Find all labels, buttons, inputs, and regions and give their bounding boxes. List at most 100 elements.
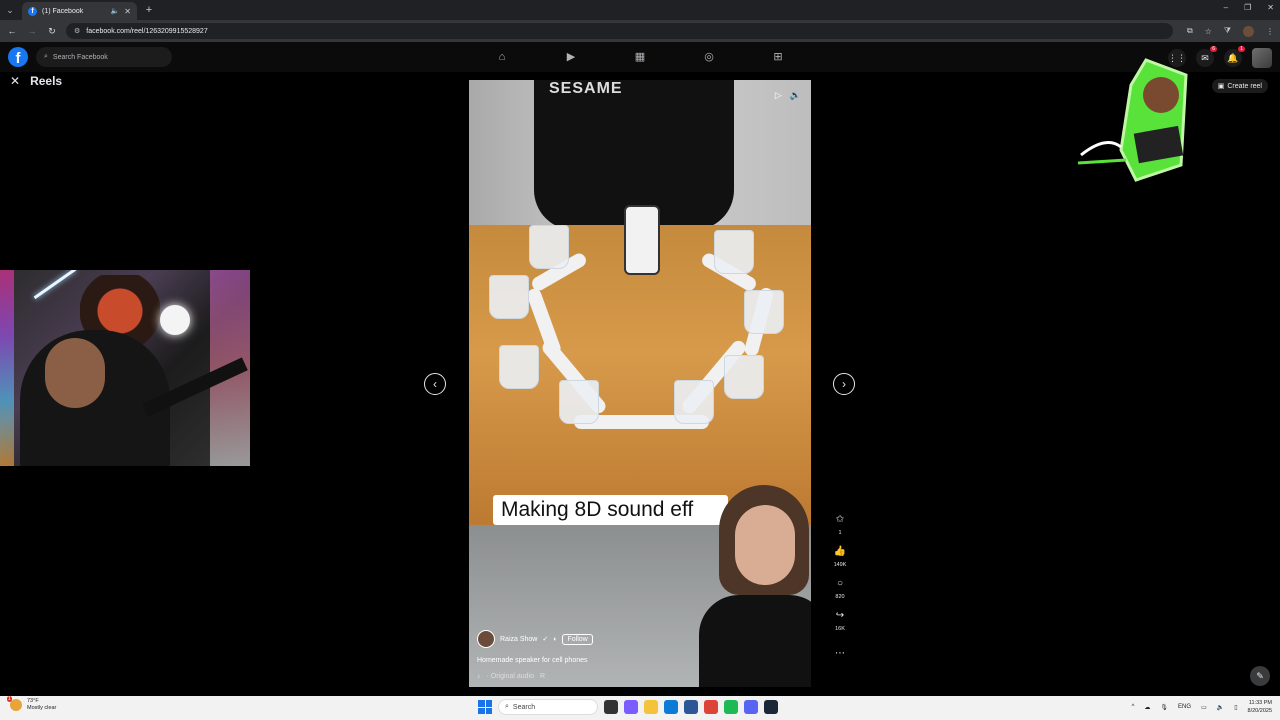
marketplace-icon[interactable]: ▦: [633, 50, 647, 64]
tray-overflow-icon[interactable]: ^: [1132, 704, 1135, 710]
browser-menu-icon[interactable]: ⋮: [1266, 27, 1274, 36]
bell-icon[interactable]: 🔔 1: [1224, 46, 1245, 67]
audio-icon: ♪: [477, 673, 481, 680]
create-reel-button[interactable]: ▣ Create reel: [1211, 79, 1268, 93]
remix-count: 1: [838, 530, 842, 536]
streamer-logo-overlay: [1077, 58, 1188, 182]
address-text: facebook.com/reel/1263209915528927: [86, 27, 208, 35]
app-icon[interactable]: [724, 700, 738, 714]
onedrive-icon[interactable]: ☁: [1144, 704, 1150, 711]
speaker-icon[interactable]: 🔈: [1217, 704, 1224, 711]
back-icon[interactable]: ←: [6, 26, 18, 36]
tab-title: (1) Facebook: [42, 7, 84, 15]
discord-icon[interactable]: [744, 700, 758, 714]
reload-icon[interactable]: ↻: [46, 26, 58, 37]
facebook-search[interactable]: ⌕ Search Facebook: [36, 47, 172, 67]
file-explorer-icon[interactable]: [644, 700, 658, 714]
tab-audio-icon[interactable]: 🔈: [111, 7, 120, 15]
clock-date: 8/20/2025: [1247, 708, 1272, 714]
chevron-right-icon[interactable]: ›: [833, 373, 855, 395]
weather-widget[interactable]: 1 73°F Mostly clear: [7, 696, 56, 712]
facebook-favicon-icon: f: [28, 6, 37, 16]
bookmark-star-icon[interactable]: ☆: [1205, 27, 1212, 36]
notifications-badge: 1: [1238, 46, 1245, 52]
taskbar-apps: ⌕ Search: [478, 699, 778, 715]
address-bar[interactable]: ⚙ facebook.com/reel/1263209915528927: [66, 23, 1173, 39]
install-icon[interactable]: ⧉: [1187, 26, 1193, 36]
battery-icon[interactable]: ▯: [1234, 704, 1237, 711]
reel-description: Homemade speaker for cell phones: [477, 657, 588, 664]
video-phone: [624, 205, 660, 275]
store-icon[interactable]: [684, 700, 698, 714]
create-reel-icon: ▣: [1217, 83, 1225, 90]
like-icon: 👍: [833, 546, 847, 557]
webcam-overlay: [0, 270, 250, 466]
more-icon: ⋯: [835, 648, 845, 659]
language-indicator[interactable]: ENG: [1178, 704, 1191, 710]
site-info-icon[interactable]: ⚙: [74, 27, 80, 35]
clock-time: 11:33 PM: [1248, 700, 1272, 706]
taskbar-search-icon: ⌕: [505, 703, 509, 710]
author-name[interactable]: Raiza Show: [500, 636, 537, 643]
comment-action[interactable]: ○ 820: [832, 576, 848, 600]
home-icon[interactable]: ⌂: [495, 50, 509, 64]
extensions-icon[interactable]: ⧩: [1224, 26, 1231, 36]
reel-video[interactable]: SESAME Making 8D sound eff ▷ 🔊 Raiza Sho…: [469, 80, 811, 687]
audio-label: · Original audio: [486, 673, 534, 680]
reel-actions: ✩ 1 👍 149K ○ 820 ↪ 16K ⋯: [829, 512, 851, 670]
more-action[interactable]: ⋯: [832, 640, 848, 662]
profile-avatar[interactable]: [1243, 25, 1254, 37]
window-close-icon[interactable]: ✕: [1267, 3, 1274, 12]
edge-icon[interactable]: [664, 700, 678, 714]
browser-tab-strip: ⌄ f (1) Facebook 🔈 ✕ + – ❐ ✕: [0, 0, 1280, 20]
steam-icon[interactable]: [764, 700, 778, 714]
globe-icon: ◐: [553, 635, 558, 643]
like-count: 149K: [833, 562, 847, 568]
task-view-icon[interactable]: [604, 700, 618, 714]
browser-tab[interactable]: f (1) Facebook 🔈 ✕: [22, 2, 137, 20]
clock[interactable]: 11:33 PM 8/20/2025: [1248, 699, 1272, 715]
edit-icon[interactable]: ✎: [1250, 666, 1270, 686]
weather-badge: 1: [7, 696, 12, 702]
messenger-badge: 6: [1210, 46, 1217, 52]
tab-search-icon[interactable]: ⌄: [0, 0, 20, 20]
main-nav: ⌂ ▶ ▦ ◎ ⊞: [495, 50, 785, 64]
toolbar-right: ⧉ ☆ ⧩ ⋮: [1187, 25, 1274, 37]
taskbar-search-label: Search: [512, 703, 536, 711]
video-controls: ▷ 🔊: [775, 90, 801, 101]
comment-icon: ○: [836, 578, 844, 589]
groups-icon[interactable]: ◎: [702, 50, 716, 64]
remix-action[interactable]: ✩ 1: [832, 512, 848, 536]
weather-icon: 1: [7, 696, 22, 711]
minimize-icon[interactable]: –: [1224, 3, 1228, 12]
copilot-icon[interactable]: [624, 700, 638, 714]
follow-button[interactable]: Follow: [562, 633, 593, 645]
new-tab-button[interactable]: +: [141, 4, 157, 16]
video-icon[interactable]: ▶: [564, 50, 578, 64]
forward-icon[interactable]: →: [26, 26, 38, 36]
mic-icon[interactable]: 🎙: [1160, 704, 1168, 711]
author-avatar[interactable]: [477, 630, 495, 648]
tab-close-icon[interactable]: ✕: [124, 7, 131, 16]
play-icon[interactable]: ▷: [775, 90, 782, 101]
network-icon[interactable]: ▭: [1201, 704, 1207, 711]
chevron-left-icon[interactable]: ‹: [424, 373, 446, 395]
close-icon[interactable]: ✕: [10, 74, 20, 88]
system-tray: ^ ☁ 🎙 ENG ▭ 🔈 ▯ 11:33 PM 8/20/2025: [1132, 699, 1272, 715]
facebook-logo[interactable]: f: [8, 47, 28, 67]
reels-header: ✕ Reels: [10, 74, 62, 88]
like-action[interactable]: 👍 149K: [832, 544, 848, 568]
maximize-icon[interactable]: ❐: [1244, 3, 1251, 12]
page-title: Reels: [30, 74, 63, 88]
account-avatar[interactable]: [1252, 48, 1272, 68]
remix-icon: ✩: [835, 514, 845, 525]
volume-icon[interactable]: 🔊: [790, 90, 801, 101]
share-action[interactable]: ↪ 16K: [832, 608, 848, 632]
gaming-icon[interactable]: ⊞: [771, 50, 785, 64]
weather-temp: 73°F: [27, 698, 39, 704]
start-icon[interactable]: [478, 700, 492, 714]
taskbar-search[interactable]: ⌕ Search: [498, 699, 598, 715]
reel-audio[interactable]: ♪ · Original audio R: [477, 673, 545, 680]
chrome-icon[interactable]: [704, 700, 718, 714]
messenger-icon[interactable]: ✉ 6: [1196, 46, 1217, 67]
